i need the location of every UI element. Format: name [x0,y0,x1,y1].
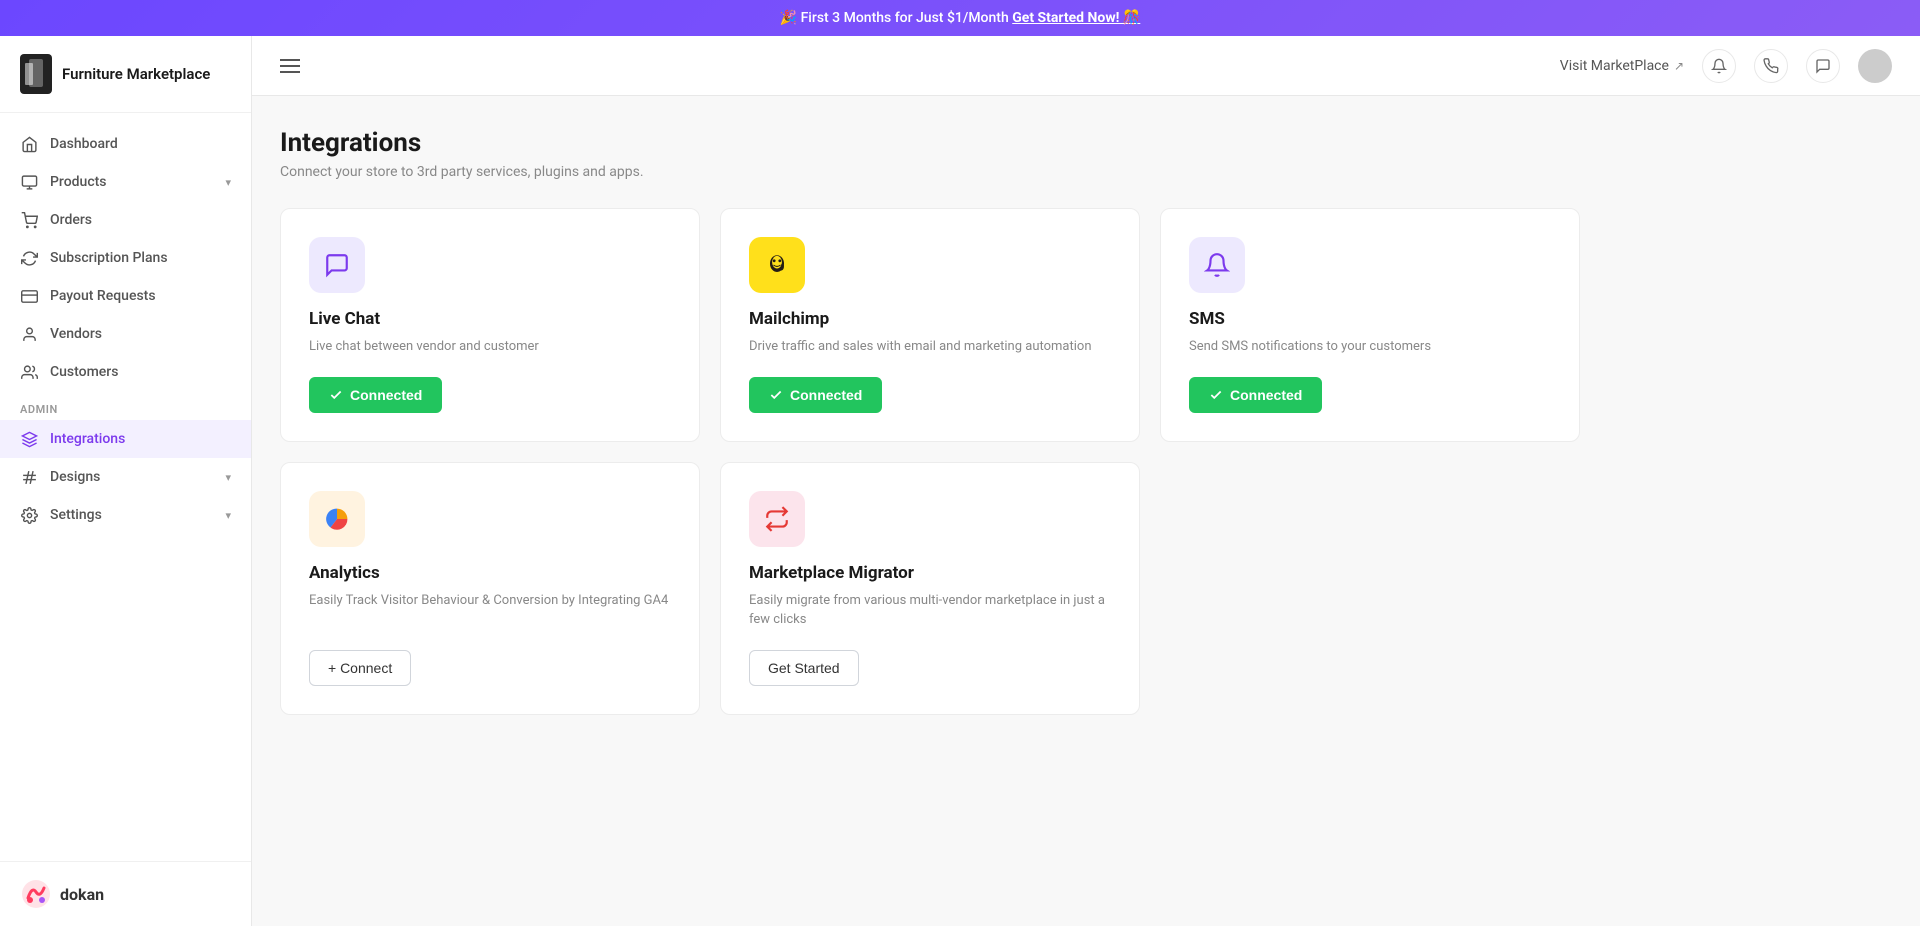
mailchimp-desc: Drive traffic and sales with email and m… [749,337,1111,357]
integration-card-sms: SMS Send SMS notifications to your custo… [1160,208,1580,442]
designs-chevron-icon: ▾ [225,471,231,484]
people-icon [20,363,38,381]
sidebar-item-orders[interactable]: Orders [0,201,251,239]
external-link-icon: ↗ [1674,59,1684,73]
tag-icon [20,173,38,191]
sidebar-item-subscription-label: Subscription Plans [50,250,168,266]
sms-name: SMS [1189,309,1551,329]
analytics-connect-button[interactable]: + Connect [309,650,411,686]
page-subtitle: Connect your store to 3rd party services… [280,164,1892,180]
person-icon [20,325,38,343]
sidebar-item-dashboard[interactable]: Dashboard [0,125,251,163]
visit-marketplace-label: Visit MarketPlace [1560,58,1669,74]
sidebar-item-subscription[interactable]: Subscription Plans [0,239,251,277]
sidebar-item-orders-label: Orders [50,212,92,228]
main-content: Visit MarketPlace ↗ [252,36,1920,926]
hamburger-menu-button[interactable] [280,59,300,73]
live-chat-btn-label: Connected [350,387,422,403]
brand-name: Furniture Marketplace [62,65,210,83]
gear-icon [20,506,38,524]
integrations-grid-row1: Live Chat Live chat between vendor and c… [280,208,1580,442]
sms-connected-button[interactable]: Connected [1189,377,1322,413]
integration-card-migrator: Marketplace Migrator Easily migrate from… [720,462,1140,715]
notifications-button[interactable] [1702,49,1736,83]
sidebar-item-products-label: Products [50,174,107,190]
live-chat-name: Live Chat [309,309,671,329]
credit-card-icon [20,287,38,305]
sidebar: Furniture Marketplace Dashboard [0,36,252,926]
analytics-icon [309,491,365,547]
layers-icon [20,430,38,448]
sidebar-item-products[interactable]: Products ▾ [0,163,251,201]
products-chevron-icon: ▾ [225,176,231,189]
promo-banner: 🎉 First 3 Months for Just $1/Month Get S… [0,0,1920,36]
dokan-logo-icon [20,878,52,910]
sidebar-nav: Dashboard Products ▾ [0,113,251,861]
user-avatar[interactable] [1858,49,1892,83]
hashtag-icon [20,468,38,486]
migrator-get-started-button[interactable]: Get Started [749,650,859,686]
chat-support-button[interactable] [1806,49,1840,83]
sidebar-item-customers[interactable]: Customers [0,353,251,391]
phone-button[interactable] [1754,49,1788,83]
sms-btn-label: Connected [1230,387,1302,403]
sidebar-item-vendors[interactable]: Vendors [0,315,251,353]
mailchimp-icon [749,237,805,293]
analytics-name: Analytics [309,563,671,583]
page-content: Integrations Connect your store to 3rd p… [252,96,1920,926]
mailchimp-btn-label: Connected [790,387,862,403]
mailchimp-connected-button[interactable]: Connected [749,377,882,413]
analytics-desc: Easily Track Visitor Behaviour & Convers… [309,591,671,630]
live-chat-connected-button[interactable]: Connected [309,377,442,413]
sidebar-item-settings[interactable]: Settings ▾ [0,496,251,534]
home-icon [20,135,38,153]
sidebar-item-integrations-label: Integrations [50,431,125,447]
integration-card-analytics: Analytics Easily Track Visitor Behaviour… [280,462,700,715]
sidebar-item-dashboard-label: Dashboard [50,136,118,152]
page-title: Integrations [280,128,1892,158]
top-bar: Visit MarketPlace ↗ [252,36,1920,96]
sidebar-item-customers-label: Customers [50,364,118,380]
live-chat-icon [309,237,365,293]
migrator-btn-label: Get Started [768,660,840,676]
sidebar-header: Furniture Marketplace [0,36,251,113]
sidebar-item-payout-label: Payout Requests [50,288,156,304]
sms-icon [1189,237,1245,293]
admin-section-label: ADMIN [0,391,251,420]
integrations-grid-row2: Analytics Easily Track Visitor Behaviour… [280,462,1580,715]
sidebar-item-payout[interactable]: Payout Requests [0,277,251,315]
analytics-btn-label: + Connect [328,660,392,676]
banner-cta[interactable]: Get Started Now! 🎊 [1012,10,1140,26]
integration-card-mailchimp: Mailchimp Drive traffic and sales with e… [720,208,1140,442]
migrator-icon [749,491,805,547]
top-bar-actions: Visit MarketPlace ↗ [1560,49,1892,83]
sidebar-footer: dokan [0,861,251,926]
live-chat-desc: Live chat between vendor and customer [309,337,671,357]
dokan-wordmark: dokan [60,885,104,904]
mailchimp-name: Mailchimp [749,309,1111,329]
sidebar-item-designs[interactable]: Designs ▾ [0,458,251,496]
migrator-desc: Easily migrate from various multi-vendor… [749,591,1111,630]
visit-marketplace-link[interactable]: Visit MarketPlace ↗ [1560,58,1684,74]
brand-logo-icon [20,54,52,94]
banner-text: 🎉 First 3 Months for Just $1/Month [780,10,1009,26]
sms-desc: Send SMS notifications to your customers [1189,337,1551,357]
migrator-name: Marketplace Migrator [749,563,1111,583]
sidebar-item-settings-label: Settings [50,507,102,523]
sidebar-item-integrations[interactable]: Integrations [0,420,251,458]
settings-chevron-icon: ▾ [225,509,231,522]
sidebar-item-vendors-label: Vendors [50,326,102,342]
integration-card-live-chat: Live Chat Live chat between vendor and c… [280,208,700,442]
cart-icon [20,211,38,229]
sidebar-item-designs-label: Designs [50,469,100,485]
refresh-icon [20,249,38,267]
